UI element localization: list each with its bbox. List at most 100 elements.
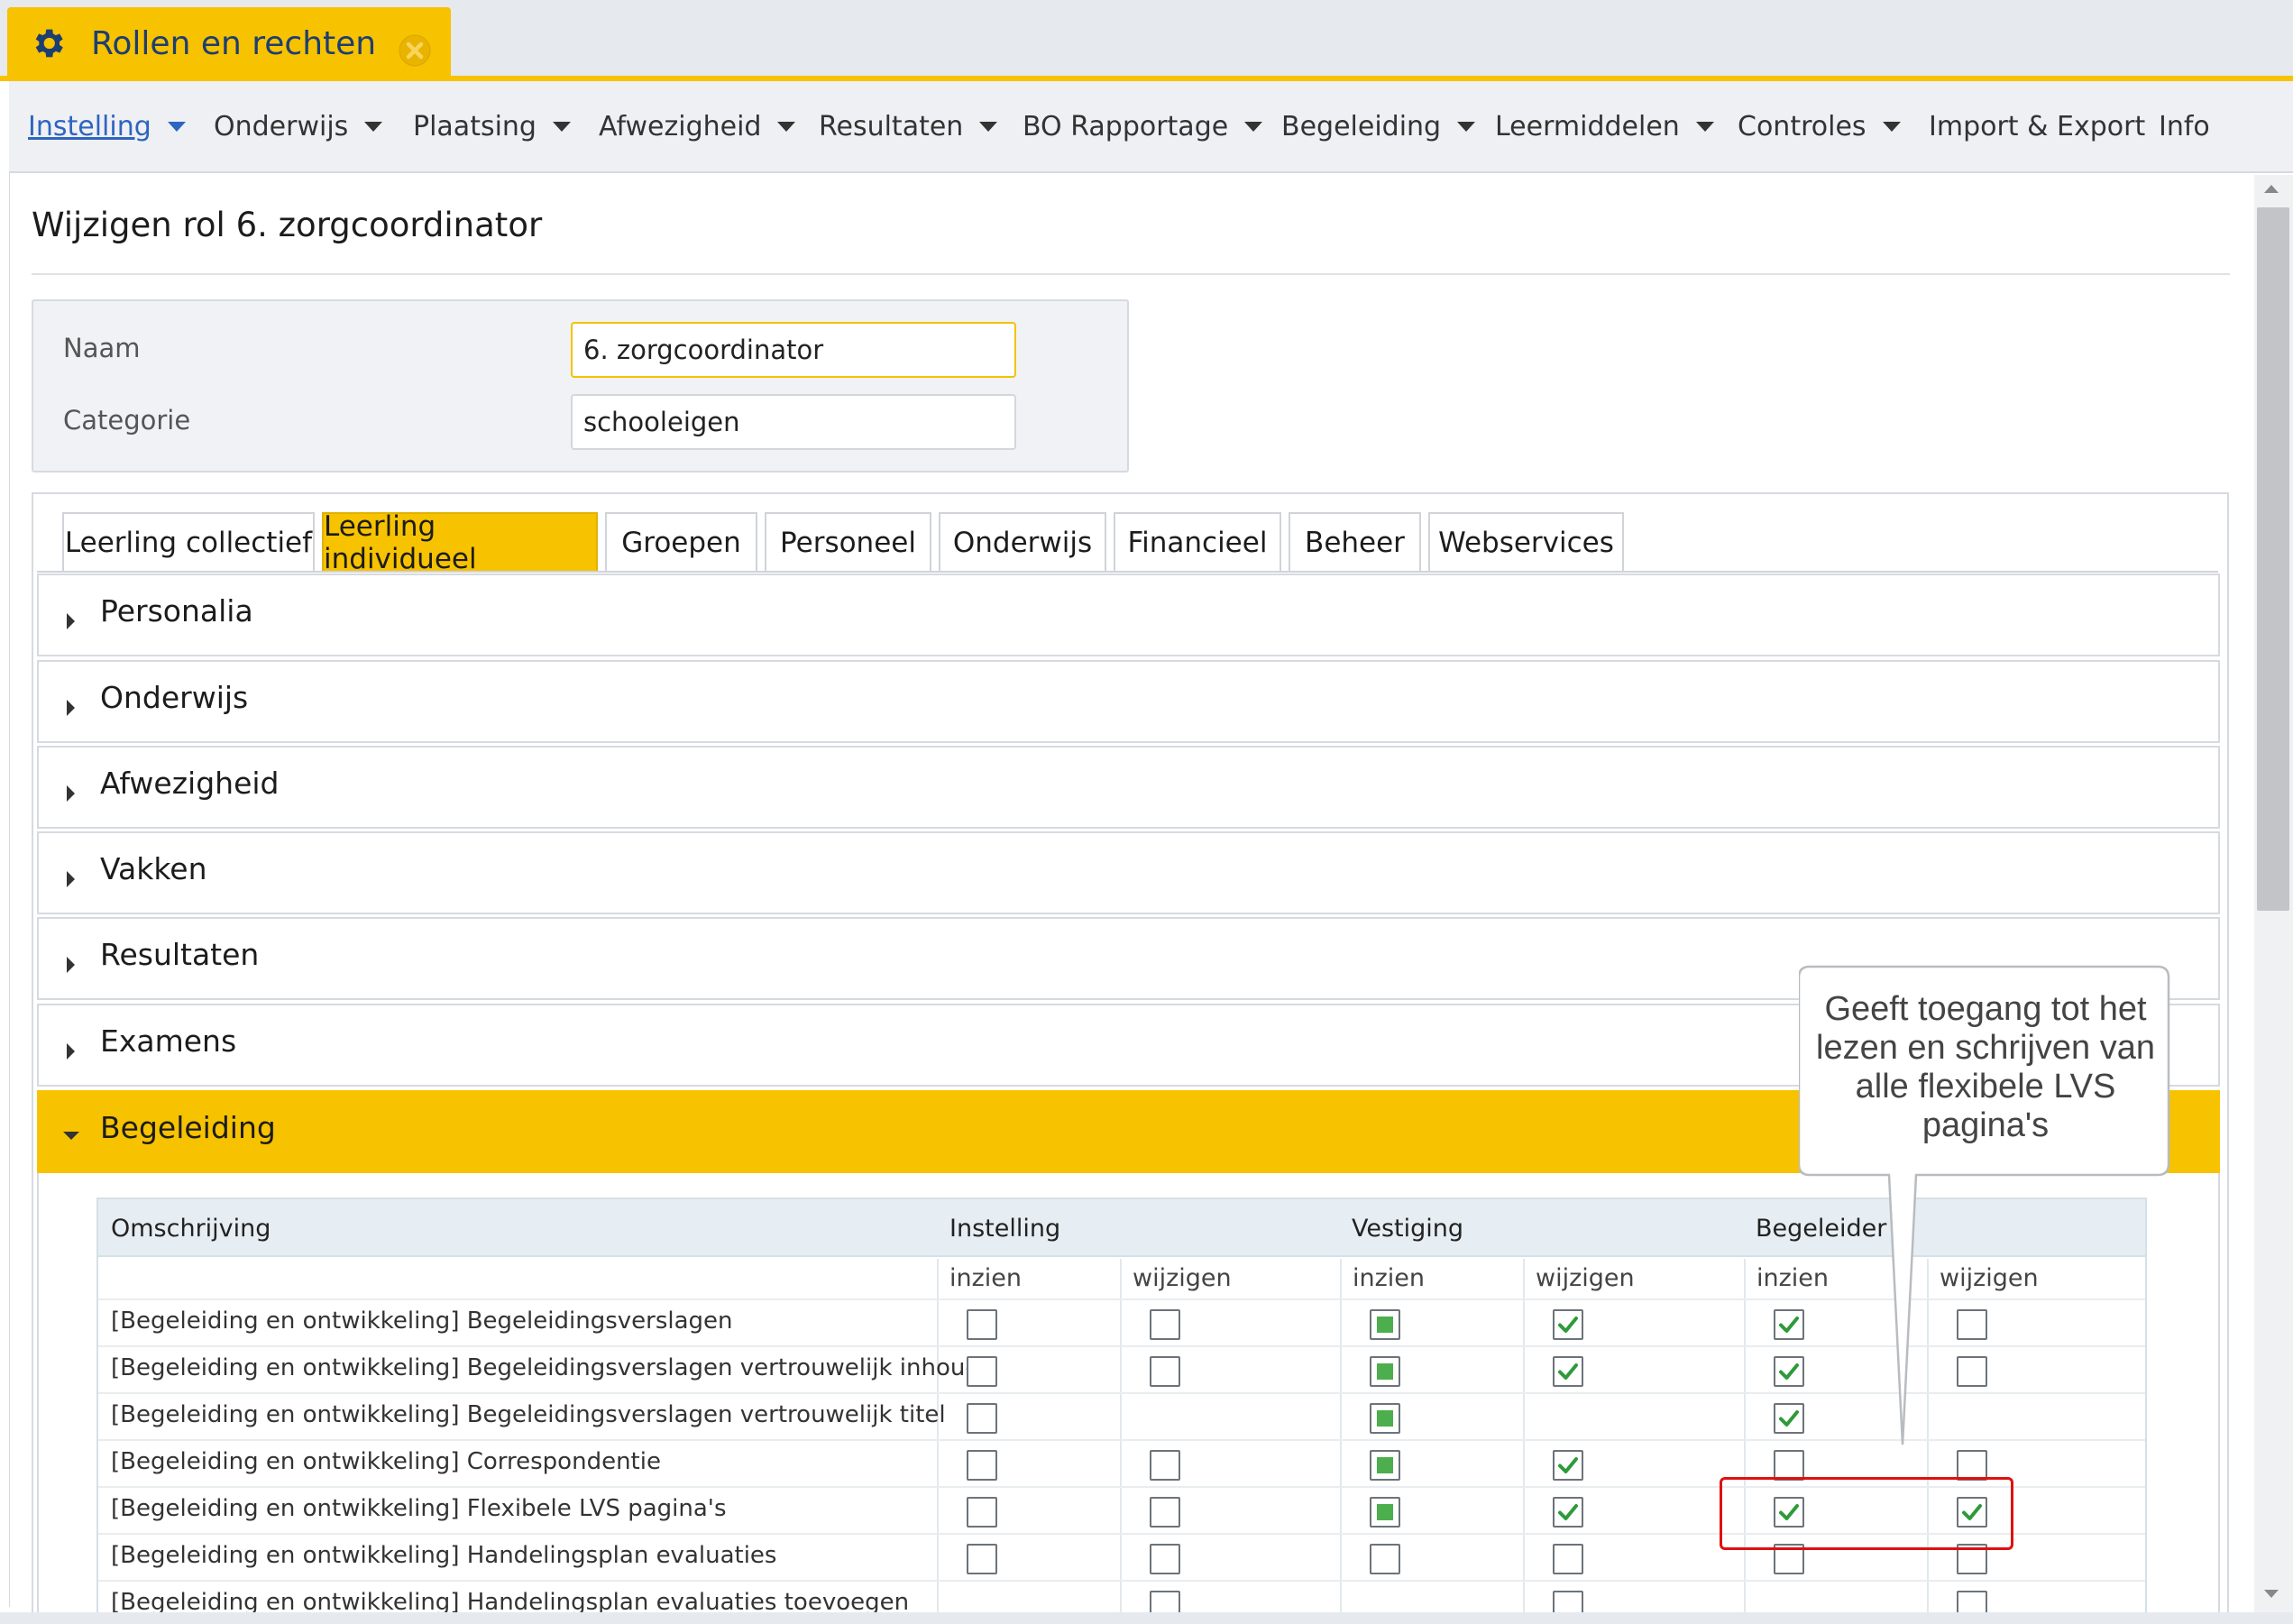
checkbox-vestiging-inzien[interactable] [1370,1497,1400,1528]
collapse-arrow-icon [63,1132,79,1140]
checkbox-instelling-wijzigen[interactable] [1150,1309,1180,1340]
scroll-up-arrow-icon[interactable] [2264,185,2279,193]
title-divider [32,273,2230,275]
section-vakken[interactable]: Vakken [37,831,2220,914]
section-label: Personalia [100,593,253,628]
menu-item-instelling[interactable]: Instelling [28,81,186,171]
checkbox-vestiging-inzien[interactable] [1370,1356,1400,1387]
menu-item-resultaten[interactable]: Resultaten [819,81,998,171]
subheader-instelling-wijzigen: wijzigen [1133,1264,1232,1292]
checkbox-vestiging-wijzigen[interactable] [1553,1356,1583,1387]
menu-label: Afwezigheid [599,110,762,142]
caret-down-icon [364,121,383,132]
tab-financieel[interactable]: Financieel [1114,512,1281,572]
caret-down-icon [979,121,998,132]
checkbox-vestiging-wijzigen[interactable] [1553,1450,1583,1481]
caret-down-icon [1882,121,1901,132]
tab-beheer[interactable]: Beheer [1289,512,1421,572]
menu-item-info[interactable]: Info [2159,81,2210,171]
naam-input[interactable]: 6. zorgcoordinator [571,322,1016,378]
subheader-vestiging-wijzigen: wijzigen [1536,1264,1635,1292]
checkbox-instelling-inzien[interactable] [967,1356,997,1387]
caret-down-icon [1244,121,1263,132]
caret-down-icon [167,121,186,132]
menu-label: BO Rapportage [1023,110,1229,142]
menu-item-leermiddelen[interactable]: Leermiddelen [1495,81,1714,171]
menu-label: Controles [1738,110,1867,142]
menu-item-plaatsing[interactable]: Plaatsing [413,81,571,171]
expand-arrow-icon [67,700,75,716]
menu-item-import-export[interactable]: Import & Export [1929,81,2145,171]
caret-down-icon [1695,121,1714,132]
section-label: Begeleiding [100,1110,276,1145]
menu-item-bo-rapportage[interactable]: BO Rapportage [1023,81,1263,171]
close-icon[interactable] [397,32,433,69]
tab-leerling-individueel[interactable]: Leerling individueel [322,510,598,575]
tab-label: Webservices [1438,527,1614,559]
highlight-box [1720,1477,2013,1550]
expand-arrow-icon [67,957,75,973]
header-omschrijving: Omschrijving [111,1215,271,1243]
expand-arrow-icon [67,1043,75,1060]
scroll-down-arrow-icon[interactable] [2264,1590,2279,1598]
role-form-panel: Naam 6. zorgcoordinator Categorie school… [32,299,1129,473]
menu-label: Info [2159,110,2210,142]
tab-groepen[interactable]: Groepen [605,512,757,572]
section-label: Examens [100,1023,237,1059]
checkbox-instelling-inzien[interactable] [967,1497,997,1528]
tab-label: Personeel [780,527,916,559]
menu-item-afwezigheid[interactable]: Afwezigheid [599,81,796,171]
tab-onderwijs[interactable]: Onderwijs [939,512,1106,572]
window-tab-rollen-en-rechten[interactable]: Rollen en rechten [7,7,451,78]
checkbox-instelling-wijzigen[interactable] [1150,1497,1180,1528]
checkbox-vestiging-wijzigen[interactable] [1553,1497,1583,1528]
expand-arrow-icon [67,785,75,802]
tab-underline [37,571,2218,573]
section-label: Vakken [100,851,207,886]
categorie-field[interactable]: schooleigen [571,394,1016,450]
checkbox-instelling-wijzigen[interactable] [1150,1450,1180,1481]
menu-item-onderwijs[interactable]: Onderwijs [214,81,383,171]
gear-icon [35,29,63,58]
expand-arrow-icon [67,613,75,629]
scrollbar-thumb[interactable] [2257,207,2289,911]
section-personalia[interactable]: Personalia [37,573,2220,656]
menu-item-controles[interactable]: Controles [1738,81,1901,171]
checkbox-vestiging-wijzigen[interactable] [1553,1544,1583,1574]
checkbox-instelling-wijzigen[interactable] [1150,1356,1180,1387]
checkbox-instelling-inzien[interactable] [967,1450,997,1481]
section-label: Onderwijs [100,680,249,715]
permission-description: [Begeleiding en ontwikkeling] Begeleidin… [111,1307,733,1335]
checkbox-vestiging-inzien[interactable] [1370,1450,1400,1481]
categorie-label: Categorie [63,405,191,436]
tab-label: Beheer [1305,527,1405,559]
checkbox-instelling-inzien[interactable] [967,1403,997,1434]
subheader-vestiging-inzien: inzien [1353,1264,1426,1292]
menu-label: Plaatsing [413,110,537,142]
checkbox-vestiging-wijzigen[interactable] [1553,1309,1583,1340]
section-label: Afwezigheid [100,766,280,801]
checkbox-vestiging-inzien[interactable] [1370,1403,1400,1434]
tab-personeel[interactable]: Personeel [765,512,931,572]
checkbox-instelling-wijzigen[interactable] [1150,1544,1180,1574]
section-afwezigheid[interactable]: Afwezigheid [37,746,2220,829]
checkbox-vestiging-inzien[interactable] [1370,1544,1400,1574]
tab-webservices[interactable]: Webservices [1428,512,1624,572]
permission-description: [Begeleiding en ontwikkeling] Begeleidin… [111,1354,980,1381]
tab-label: Leerling individueel [324,510,477,575]
window-tab-title: Rollen en rechten [91,25,377,62]
permission-description: [Begeleiding en ontwikkeling] Begeleidin… [111,1401,946,1428]
header-vestiging: Vestiging [1352,1215,1464,1243]
tab-label: Leerling collectief [64,527,313,559]
menu-item-begeleiding[interactable]: Begeleiding [1281,81,1476,171]
menu-label: Instelling [28,110,151,142]
section-onderwijs[interactable]: Onderwijs [37,660,2220,743]
tab-leerling-collectief[interactable]: Leerling collectief [62,512,315,572]
page-title: Wijzigen rol 6. zorgcoordinator [32,206,543,244]
checkbox-vestiging-inzien[interactable] [1370,1309,1400,1340]
callout-text: Geeft toegang tot het lezen en schrijven… [1816,990,2155,1144]
caret-down-icon [552,121,571,132]
checkbox-instelling-inzien[interactable] [967,1309,997,1340]
expand-arrow-icon [67,871,75,887]
checkbox-instelling-inzien[interactable] [967,1544,997,1574]
